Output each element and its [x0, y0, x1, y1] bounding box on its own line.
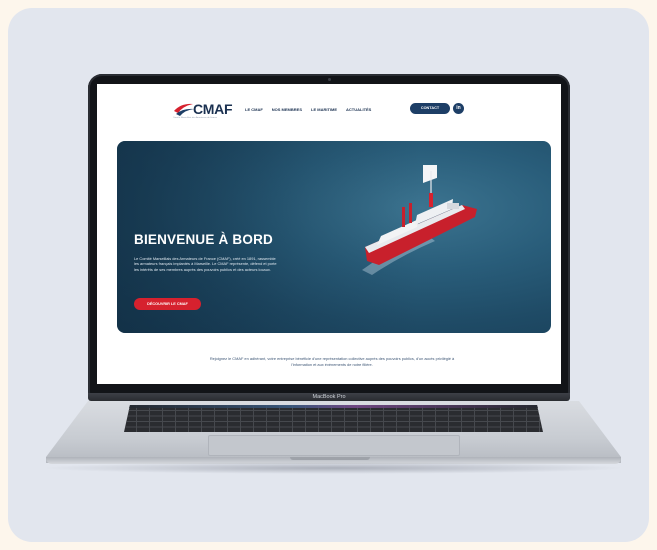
ship-image	[362, 165, 477, 275]
main-nav: LE CMAF NOS MEMBRES LE MARITIME ACTUALIT…	[245, 107, 371, 112]
trackpad	[208, 435, 460, 456]
nav-item-le-cmaf[interactable]: LE CMAF	[245, 107, 263, 112]
hero-description: Le Comité Marseillais des Armateurs de F…	[134, 255, 277, 273]
logo-text: CMAF	[193, 101, 233, 117]
logo-subtitle: Comité Marseillais des Armateurs de Fran…	[173, 117, 218, 119]
linkedin-icon[interactable]: in	[453, 103, 464, 114]
contact-button[interactable]: CONTACT	[410, 103, 450, 114]
nav-item-le-maritime[interactable]: LE MARITIME	[311, 107, 337, 112]
model-label: MacBook Pro	[312, 394, 346, 400]
opening-notch	[290, 457, 370, 460]
laptop-lid: CMAF Comité Marseillais des Armateurs de…	[88, 74, 570, 396]
laptop-shadow	[40, 462, 627, 474]
logo-wave-icon	[174, 103, 194, 116]
site-logo[interactable]: CMAF Comité Marseillais des Armateurs de…	[171, 99, 235, 121]
touch-bar	[129, 405, 538, 408]
discover-cmaf-button[interactable]: DÉCOUVRIR LE CMAF	[134, 298, 201, 310]
keyboard-keys	[124, 405, 543, 432]
hero-banner: BIENVENUE À BORD Le Comité Marseillais d…	[117, 141, 551, 333]
hero-title: BIENVENUE À BORD	[134, 232, 273, 247]
intro-text: Rejoignez le CMAF en adhérant, votre ent…	[209, 355, 455, 367]
nav-item-actualites[interactable]: ACTUALITÉS	[346, 107, 371, 112]
camera-icon	[328, 78, 331, 81]
laptop-screen: CMAF Comité Marseillais des Armateurs de…	[97, 84, 561, 384]
keyboard	[124, 405, 543, 432]
nav-item-nos-membres[interactable]: NOS MEMBRES	[272, 107, 302, 112]
